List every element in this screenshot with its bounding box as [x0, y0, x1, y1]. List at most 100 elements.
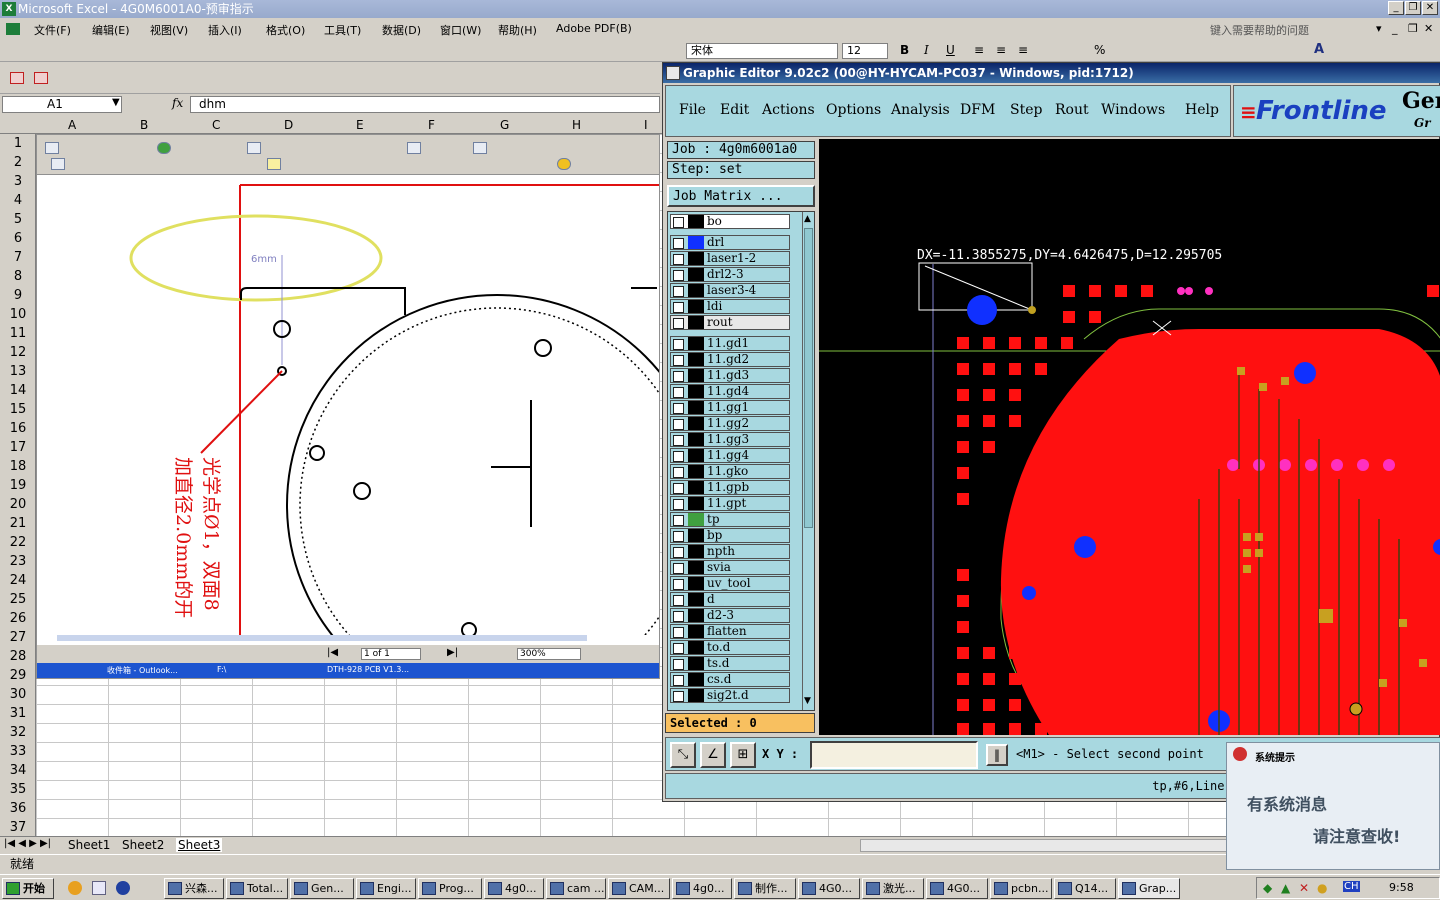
layer-row[interactable]: 11.gd3 [670, 368, 790, 383]
markup-icon[interactable] [51, 158, 65, 170]
row-header[interactable]: 5 [0, 212, 36, 227]
ge-menu-analysis[interactable]: Analysis [891, 102, 950, 118]
layer-row[interactable]: 11.gpb [670, 480, 790, 495]
underline-button[interactable]: U [946, 43, 955, 57]
layer-checkbox[interactable] [673, 238, 684, 249]
layer-checkbox[interactable] [673, 403, 684, 414]
row-header[interactable]: 18 [0, 459, 36, 474]
drawing-hscrollbar[interactable] [57, 635, 587, 641]
layer-row[interactable]: svia [670, 560, 790, 575]
row-header[interactable]: 2 [0, 155, 36, 170]
row-header[interactable]: 11 [0, 326, 36, 341]
snap-tool-icon[interactable]: ⤡ [670, 742, 696, 768]
taskbar-item[interactable]: 激光... [862, 878, 924, 899]
tray-icon[interactable]: ◆ [1263, 881, 1272, 895]
row-header[interactable]: 21 [0, 516, 36, 531]
layer-row[interactable]: laser1-2 [670, 251, 790, 266]
layer-checkbox[interactable] [673, 531, 684, 542]
layer-row[interactable]: sig2t.d [670, 688, 790, 703]
menu-format[interactable]: 格式(O) [266, 22, 305, 38]
doc-restore-button[interactable]: ❐ [1408, 22, 1418, 35]
row-header[interactable]: 25 [0, 592, 36, 607]
row-header[interactable]: 24 [0, 573, 36, 588]
layer-checkbox[interactable] [673, 217, 684, 228]
help-search-input[interactable]: 键入需要帮助的问题 [1210, 22, 1309, 38]
layer-row[interactable]: ldi [670, 299, 790, 314]
embedded-drawing[interactable]: 6mm 光学点Ø1，双面8 加直径2.0mm的开 |◀ 1 of 1 ▶| 30… [36, 134, 660, 679]
pause-icon[interactable]: ‖ [986, 744, 1008, 766]
col-header[interactable]: I [644, 118, 648, 132]
xy-input[interactable] [810, 741, 978, 769]
layer-row[interactable]: d2-3 [670, 608, 790, 623]
menu-view[interactable]: 视图(V) [150, 22, 188, 38]
col-header[interactable]: A [68, 118, 76, 132]
pdf-email-icon[interactable] [34, 72, 48, 84]
row-header[interactable]: 14 [0, 383, 36, 398]
taskbar-item[interactable]: 兴森... [164, 878, 224, 899]
col-header[interactable]: C [212, 118, 220, 132]
col-header[interactable]: H [572, 118, 581, 132]
layer-checkbox[interactable] [673, 302, 684, 313]
quicklaunch-icon[interactable] [92, 881, 106, 895]
layer-checkbox[interactable] [673, 435, 684, 446]
layer-row[interactable]: d [670, 592, 790, 607]
layer-list[interactable]: ▲ ▼ bo drl laser1-2 drl2-3 laser3-4 ldi rout 11… [667, 211, 815, 711]
layer-row[interactable]: to.d [670, 640, 790, 655]
col-header[interactable]: G [500, 118, 509, 132]
row-header[interactable]: 35 [0, 782, 36, 797]
row-header[interactable]: 9 [0, 288, 36, 303]
layer-checkbox[interactable] [673, 627, 684, 638]
layer-checkbox[interactable] [673, 387, 684, 398]
layer-checkbox[interactable] [673, 318, 684, 329]
row-header[interactable]: 37 [0, 820, 36, 835]
layer-row[interactable]: laser3-4 [670, 283, 790, 298]
ge-menu-windows[interactable]: Windows [1101, 102, 1165, 118]
system-notice-popup[interactable]: 系统提示 有系统消息 请注意查收! [1226, 742, 1440, 870]
layer-checkbox[interactable] [673, 467, 684, 478]
layer-scrollbar[interactable]: ▲ ▼ [802, 212, 814, 710]
ge-menu-step[interactable]: Step [1010, 102, 1042, 118]
ge-menu-dfm[interactable]: DFM [960, 102, 995, 118]
row-header[interactable]: 22 [0, 535, 36, 550]
layer-checkbox[interactable] [673, 611, 684, 622]
tab-sheet2[interactable]: Sheet2 [122, 838, 164, 852]
row-header[interactable]: 23 [0, 554, 36, 569]
restore-button[interactable]: ❐ [1405, 1, 1421, 15]
hand-icon[interactable] [473, 142, 487, 154]
taskbar-item[interactable]: Engi... [356, 878, 416, 899]
layer-checkbox[interactable] [673, 659, 684, 670]
layer-row[interactable]: 11.gd2 [670, 352, 790, 367]
layer-checkbox[interactable] [673, 419, 684, 430]
align-center-icon[interactable]: ≡ [996, 43, 1006, 57]
menu-help[interactable]: 帮助(H) [498, 22, 537, 38]
graphic-canvas[interactable]: DX=-11.3855275,DY=4.6426475,D=12.295705 [819, 139, 1440, 735]
layer-checkbox[interactable] [673, 515, 684, 526]
layer-checkbox[interactable] [673, 563, 684, 574]
page-indicator[interactable]: 1 of 1 [361, 648, 421, 660]
layer-row[interactable]: 11.gg3 [670, 432, 790, 447]
layer-checkbox[interactable] [673, 675, 684, 686]
tab-sheet1[interactable]: Sheet1 [68, 838, 110, 852]
layer-row[interactable]: bp [670, 528, 790, 543]
ge-menu-file[interactable]: File [679, 102, 706, 118]
layer-checkbox[interactable] [673, 691, 684, 702]
row-header[interactable]: 15 [0, 402, 36, 417]
menu-window[interactable]: 窗口(W) [440, 22, 481, 38]
ge-menu-edit[interactable]: Edit [720, 102, 749, 118]
layer-checkbox[interactable] [673, 579, 684, 590]
row-header[interactable]: 20 [0, 497, 36, 512]
drawing-tool-icon[interactable] [45, 142, 59, 154]
layer-row[interactable]: bo [670, 214, 790, 229]
minimize-button[interactable]: _ [1388, 1, 1404, 15]
go-icon[interactable] [157, 142, 171, 154]
scroll-down-icon[interactable]: ▼ [804, 696, 811, 706]
taskbar-item[interactable]: Total... [226, 878, 288, 899]
layer-row[interactable]: npth [670, 544, 790, 559]
first-page-icon[interactable]: |◀ [327, 647, 338, 658]
help-icon[interactable] [557, 158, 571, 170]
row-header[interactable]: 34 [0, 763, 36, 778]
quicklaunch-icon[interactable] [116, 881, 130, 895]
layer-checkbox[interactable] [673, 254, 684, 265]
layer-row[interactable]: flatten [670, 624, 790, 639]
tray-icon[interactable]: ● [1317, 881, 1327, 895]
